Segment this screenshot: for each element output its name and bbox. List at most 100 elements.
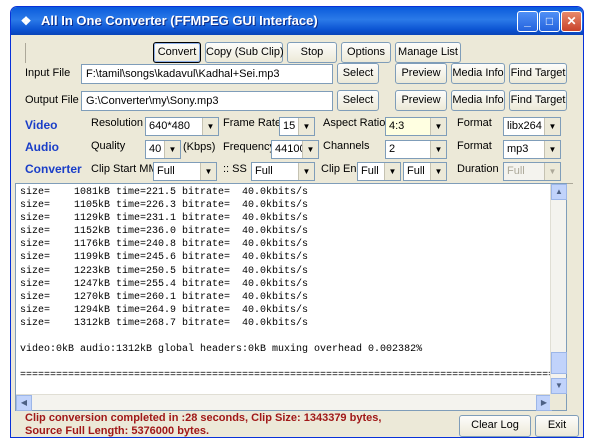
channels-value: 2 [389,143,396,155]
output-preview-button[interactable]: Preview [395,90,447,111]
log-line: size= 1081kB time=221.5 bitrate= 40.0kbi… [20,187,309,198]
log-line: size= 1223kB time=250.5 bitrate= 40.0kbi… [20,265,309,277]
channels-select[interactable]: 2 ▼ [385,140,447,159]
quality-unit-label: (Kbps) [183,141,216,153]
dropdown-arrow-icon[interactable]: ▼ [544,141,560,158]
dropdown-arrow-icon[interactable]: ▼ [164,141,180,158]
dropdown-arrow-icon[interactable]: ▼ [302,141,318,158]
ss-label: :: SS [223,163,247,175]
duration-value: Full [507,165,525,177]
input-find-target-button[interactable]: Find Target [509,63,567,84]
video-format-select[interactable]: libx264 ▼ [503,117,561,136]
scroll-up-icon[interactable]: ▲ [551,184,567,200]
clip-end-mm-value: Full [361,165,379,177]
close-button[interactable]: ✕ [561,11,582,32]
clip-end-mm-select[interactable]: Full ▼ [357,162,401,181]
scroll-thumb[interactable] [551,352,567,374]
dropdown-arrow-icon[interactable]: ▼ [298,163,314,180]
toolbar-divider [25,43,26,63]
video-format-value: libx264 [507,120,542,132]
log-text[interactable]: size= 1081kB time=221.5 bitrate= 40.0kbi… [16,184,552,394]
video-format-label: Format [457,117,492,129]
frequency-label: Frequency [223,141,275,153]
frequency-select[interactable]: 44100 ▼ [271,140,319,159]
status-line-1: Clip conversion completed in :28 seconds… [25,412,382,424]
vertical-scrollbar[interactable]: ▲ ▼ [550,184,567,394]
clip-start-mm-value: Full [157,165,175,177]
clip-start-label: Clip Start MM [91,163,158,175]
input-select-button[interactable]: Select [337,63,379,84]
convert-button[interactable]: Convert [153,42,201,63]
app-icon: ❖ [20,14,32,28]
scroll-left-icon[interactable]: ◀ [16,395,32,411]
quality-label: Quality [91,140,126,152]
horizontal-scrollbar[interactable]: ◀ ▶ [16,394,552,411]
output-file-label: Output File [25,94,79,106]
input-media-info-button[interactable]: Media Info [451,63,505,84]
log-line: ========================================… [20,370,552,382]
quality-value: 40 [149,143,162,155]
input-file-field[interactable]: F:\tamil\songs\kadavul\Kadhal+Sei.mp3 [81,64,333,84]
frame-rate-select[interactable]: 15 ▼ [279,117,315,136]
dropdown-arrow-icon[interactable]: ▼ [202,118,218,135]
duration-label: Duration [457,163,499,175]
log-line: size= 1105kB time=226.3 bitrate= 40.0kbi… [20,200,309,212]
resolution-value: 640*480 [149,120,190,132]
converter-section-label: Converter [25,162,82,176]
frame-rate-label: Frame Rate [223,117,282,129]
aspect-ratio-value: 4:3 [389,120,405,132]
audio-format-select[interactable]: mp3 ▼ [503,140,561,159]
input-file-label: Input File [25,67,71,79]
dropdown-arrow-icon[interactable]: ▼ [430,141,446,158]
dropdown-arrow-icon[interactable]: ▼ [430,118,446,135]
log-line: size= 1312kB time=268.7 bitrate= 40.0kbi… [20,317,309,329]
log-line: size= 1247kB time=255.4 bitrate= 40.0kbi… [20,278,309,290]
log-line: size= 1176kB time=240.8 bitrate= 40.0kbi… [20,239,309,251]
clip-end-ss-select[interactable]: Full ▼ [403,162,447,181]
clear-log-button[interactable]: Clear Log [459,415,531,437]
options-button[interactable]: Options [341,42,391,63]
quality-select[interactable]: 40 ▼ [145,140,181,159]
output-select-button[interactable]: Select [337,90,379,111]
ss-value: Full [255,165,273,177]
audio-format-value: mp3 [507,143,529,155]
video-section-label: Video [25,118,58,132]
window-title: All In One Converter (FFMPEG GUI Interfa… [41,13,318,28]
copy-sub-clip-button[interactable]: Copy (Sub Clip) [205,42,284,63]
aspect-ratio-select[interactable]: 4:3 ▼ [385,117,447,136]
output-media-info-button[interactable]: Media Info [451,90,505,111]
resolution-select[interactable]: 640*480 ▼ [145,117,219,136]
input-preview-button[interactable]: Preview [395,63,447,84]
dropdown-arrow-icon[interactable]: ▼ [430,163,446,180]
scroll-down-icon[interactable]: ▼ [551,378,567,394]
clip-start-mm-select[interactable]: Full ▼ [153,162,217,181]
audio-format-label: Format [457,140,492,152]
log-line: video:0kB audio:1312kB global headers:0k… [20,344,423,356]
log-line: size= 1294kB time=264.9 bitrate= 40.0kbi… [20,304,309,316]
dropdown-arrow-icon[interactable]: ▼ [384,163,400,180]
output-find-target-button[interactable]: Find Target [509,90,567,111]
log-panel[interactable]: size= 1081kB time=221.5 bitrate= 40.0kbi… [15,183,567,411]
log-line: size= 1129kB time=231.1 bitrate= 40.0kbi… [20,213,309,225]
dropdown-arrow-icon: ▼ [544,163,560,180]
minimize-button[interactable]: _ [517,11,538,32]
dropdown-arrow-icon[interactable]: ▼ [298,118,314,135]
title-bar[interactable]: ❖ All In One Converter (FFMPEG GUI Inter… [11,7,583,35]
manage-list-button[interactable]: Manage List [395,42,461,63]
stop-button[interactable]: Stop [287,42,337,63]
ss-select[interactable]: Full ▼ [251,162,315,181]
audio-section-label: Audio [25,140,59,154]
dropdown-arrow-icon[interactable]: ▼ [200,163,216,180]
scroll-corner [550,394,566,410]
log-line: size= 1199kB time=245.6 bitrate= 40.0kbi… [20,252,309,264]
channels-label: Channels [323,140,370,152]
maximize-button[interactable]: □ [539,11,560,32]
dropdown-arrow-icon[interactable]: ▼ [544,118,560,135]
output-file-field[interactable]: G:\Converter\my\Sony.mp3 [81,91,333,111]
exit-button[interactable]: Exit [535,415,579,437]
app-window: ❖ All In One Converter (FFMPEG GUI Inter… [10,6,584,438]
log-line: size= 1152kB time=236.0 bitrate= 40.0kbi… [20,226,309,238]
clip-end-ss-value: Full [407,165,425,177]
